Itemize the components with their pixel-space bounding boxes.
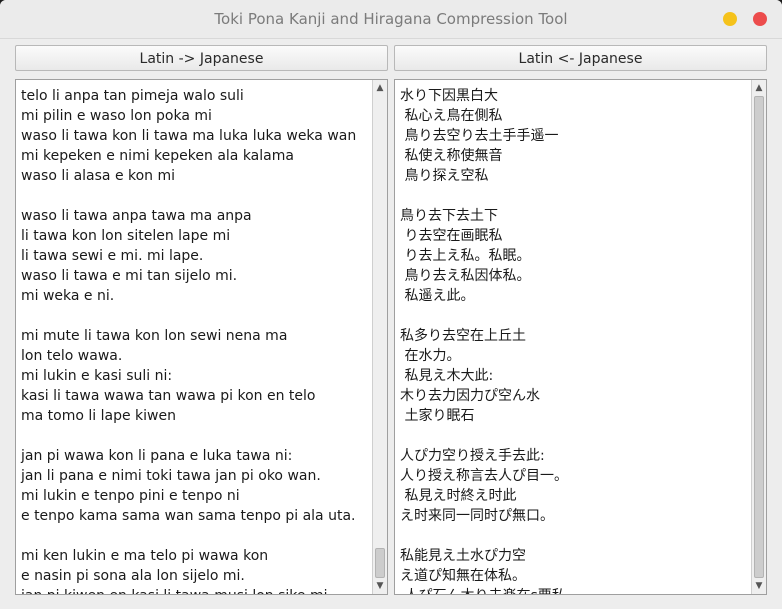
latin-text-line: [21, 426, 367, 446]
japanese-text-line: 木り去力因力ぴ空ん水: [400, 388, 540, 404]
japanese-text-line: 鳥り去え私因体私。: [400, 268, 531, 284]
japanese-text-line: え道ぴ知無在体私。: [400, 568, 526, 584]
japanese-text-content: 水り下因黒白大 私心え鳥在側私 鳥り去空り去土手手遥一 私使え称使無音 鳥り探え…: [400, 86, 746, 594]
latin-text-line: waso li tawa e mi tan sijelo mi.: [21, 268, 238, 284]
japanese-text-area[interactable]: 水り下因黒白大 私心え鳥在側私 鳥り去空り去土手手遥一 私使え称使無音 鳥り探え…: [394, 79, 767, 595]
latin-text-line: kasi li tawa wawa tan wawa pi kon en tel…: [21, 388, 316, 404]
japanese-scroll-thumb[interactable]: [754, 96, 764, 578]
latin-text-line: waso li alasa e kon mi: [21, 168, 176, 184]
latin-text-line: lon telo wawa.: [21, 348, 123, 364]
latin-text-line: mi lukin e kasi suli ni:: [21, 368, 173, 384]
japanese-text-line: 私能見え土水ぴ力空: [400, 548, 526, 564]
japanese-text-line: 私心え鳥在側私: [400, 108, 503, 124]
latin-text-area[interactable]: telo li anpa tan pimeja walo suli mi pili…: [15, 79, 388, 595]
japanese-text-line: 在水力。: [400, 348, 461, 364]
latin-text-line: [21, 186, 367, 206]
japanese-text-line: え时来同一同时ぴ無口。: [400, 508, 554, 524]
latin-to-japanese-button[interactable]: Latin -> Japanese: [15, 45, 388, 71]
latin-text-line: li tawa sewi e mi. mi lape.: [21, 248, 204, 264]
scroll-up-arrow-icon[interactable]: ▲: [373, 81, 387, 95]
japanese-text-line: 鳥り探え空私: [400, 168, 489, 184]
japanese-text-line: り去空在画眠私: [400, 228, 503, 244]
latin-text-line: waso li tawa anpa tawa ma anpa: [21, 208, 252, 224]
japanese-text-line: 人り授え称言去人ぴ目一。: [400, 468, 568, 484]
japanese-text-line: 人ぴ石ん木り去楽在s要私: [400, 586, 746, 594]
window-title: Toki Pona Kanji and Hiragana Compression…: [214, 10, 568, 28]
japanese-text-line: 人ぴ力空り授え手去此:: [400, 448, 545, 464]
japanese-text-line: [400, 426, 746, 446]
scroll-down-arrow-icon[interactable]: ▼: [752, 579, 766, 593]
japanese-scrollbar[interactable]: ▲ ▼: [751, 80, 766, 594]
minimize-icon[interactable]: [723, 12, 737, 26]
latin-text-line: jan pi wawa kon li pana e luka tawa ni:: [21, 448, 293, 464]
japanese-text-line: 鳥り去空り去土手手遥一: [400, 128, 559, 144]
japanese-text-line: 私多り去空在上丘土: [400, 328, 526, 344]
latin-text-line: mi mute li tawa kon lon sewi nena ma: [21, 328, 288, 344]
latin-text-line: mi pilin e waso lon poka mi: [21, 108, 212, 124]
scroll-down-arrow-icon[interactable]: ▼: [373, 579, 387, 593]
latin-text-line: jan li pana e nimi toki tawa jan pi oko …: [21, 468, 321, 484]
japanese-text-line: 鳥り去下去土下: [400, 208, 498, 224]
japanese-text-line: 私遥え此。: [400, 288, 475, 304]
japanese-text-line: り去上え私。私眠。: [400, 248, 531, 264]
japanese-to-latin-button[interactable]: Latin <- Japanese: [394, 45, 767, 71]
japanese-text-line: 土家り眠石: [400, 408, 475, 424]
latin-scrollbar[interactable]: ▲ ▼: [372, 80, 387, 594]
latin-text-line: mi lukin e tenpo pini e tenpo ni: [21, 488, 240, 504]
latin-text-line: mi kepeken e nimi kepeken ala kalama: [21, 148, 294, 164]
japanese-text-line: 水り下因黒白大: [400, 88, 498, 104]
latin-text-line: waso li tawa kon li tawa ma luka luka we…: [21, 128, 357, 144]
close-icon[interactable]: [753, 12, 767, 26]
latin-scroll-thumb[interactable]: [375, 548, 385, 578]
japanese-text-line: [400, 306, 746, 326]
title-bar[interactable]: Toki Pona Kanji and Hiragana Compression…: [0, 0, 782, 39]
app-window: Toki Pona Kanji and Hiragana Compression…: [0, 0, 782, 609]
latin-text-line: [21, 306, 367, 326]
japanese-text-line: 私見え时終え时此: [400, 488, 517, 504]
japanese-text-line: [400, 186, 746, 206]
latin-text-line: jan pi kiwen en kasi li tawa musi lon si…: [21, 586, 367, 594]
latin-text-line: telo li anpa tan pimeja walo suli: [21, 88, 244, 104]
japanese-text-line: [400, 526, 746, 546]
scroll-up-arrow-icon[interactable]: ▲: [752, 81, 766, 95]
latin-text-line: e nasin pi sona ala lon sijelo mi.: [21, 568, 245, 584]
latin-text-line: ma tomo li lape kiwen: [21, 408, 176, 424]
latin-text-line: e tenpo kama sama wan sama tenpo pi ala …: [21, 508, 356, 524]
latin-text-line: mi ken lukin e ma telo pi wawa kon: [21, 548, 269, 564]
japanese-text-line: 私使え称使無音: [400, 148, 503, 164]
latin-text-content: telo li anpa tan pimeja walo suli mi pili…: [21, 86, 367, 594]
latin-text-line: [21, 526, 367, 546]
japanese-text-line: 私見え木大此:: [400, 368, 494, 384]
latin-text-line: mi weka e ni.: [21, 288, 115, 304]
latin-text-line: li tawa kon lon sitelen lape mi: [21, 228, 231, 244]
